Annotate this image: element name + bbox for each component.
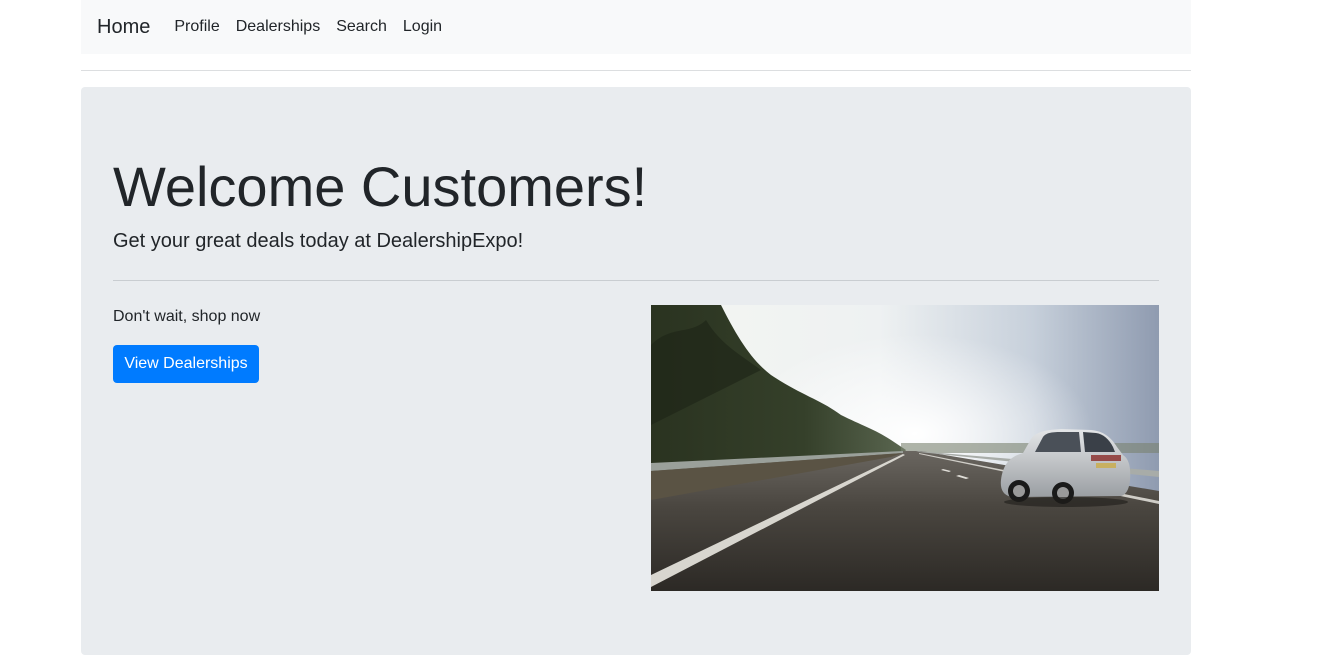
nav-link-profile[interactable]: Profile [174,18,219,36]
jumbotron: Welcome Customers! Get your great deals … [81,87,1191,655]
top-divider [81,70,1191,71]
nav-brand-home[interactable]: Home [97,16,150,39]
divider [113,280,1159,281]
navbar: Home Profile Dealerships Search Login [81,0,1191,54]
lead-text: Get your great deals today at Dealership… [113,230,524,252]
nav-link-dealerships[interactable]: Dealerships [236,18,320,36]
nav-link-search[interactable]: Search [336,18,387,36]
hero-road-car-image [651,305,1159,591]
shop-now-text: Don't wait, shop now [113,308,261,325]
page-title: Welcome Customers! [113,155,648,218]
nav-link-login[interactable]: Login [403,18,442,36]
view-dealerships-button[interactable]: View Dealerships [113,345,259,383]
